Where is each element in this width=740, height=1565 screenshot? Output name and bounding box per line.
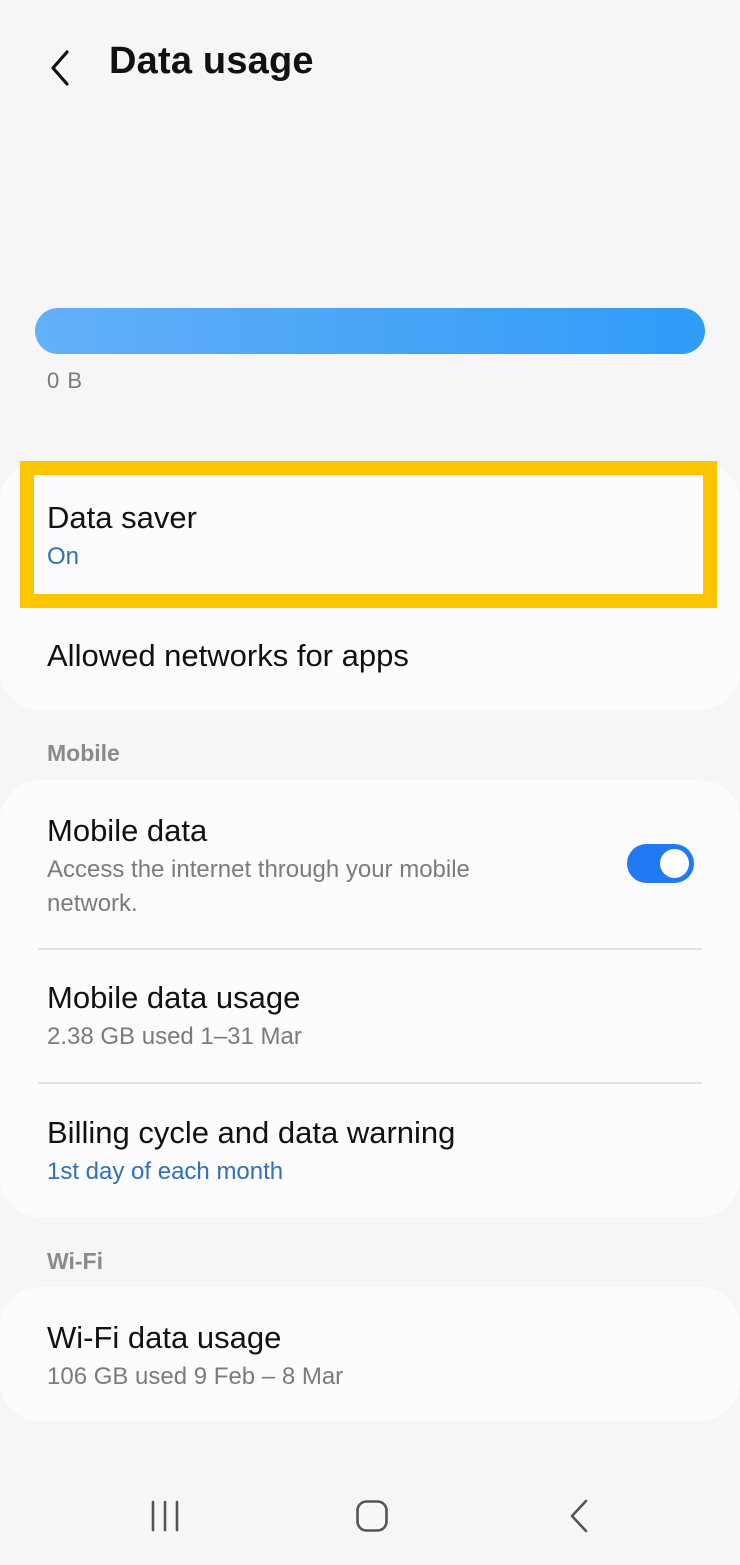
allowed-networks-item[interactable]: Allowed networks for apps: [0, 608, 740, 710]
home-icon: [356, 1500, 388, 1532]
billing-cycle-item[interactable]: Billing cycle and data warning 1st day o…: [0, 1084, 740, 1217]
usage-amount-label: 0 B: [47, 368, 84, 393]
mobile-data-description: Access the internet through your mobile …: [47, 856, 470, 917]
wifi-card: Wi-Fi data usage 106 GB used 9 Feb – 8 M…: [0, 1287, 740, 1421]
back-icon: [570, 1499, 588, 1533]
chevron-left-icon: [51, 50, 69, 86]
app-header: Data usage: [0, 22, 740, 112]
recents-button[interactable]: [135, 1490, 195, 1542]
mobile-data-title: Mobile data: [47, 813, 208, 848]
allowed-networks-title: Allowed networks for apps: [47, 638, 409, 673]
wifi-data-usage-item[interactable]: Wi-Fi data usage 106 GB used 9 Feb – 8 M…: [0, 1287, 740, 1421]
page-title: Data usage: [109, 40, 314, 82]
mobile-data-usage-title: Mobile data usage: [47, 980, 301, 1015]
usage-progress-bar: [35, 308, 705, 354]
section-label-mobile: Mobile: [47, 740, 120, 766]
system-navigation-bar: [0, 1470, 740, 1565]
billing-cycle-title: Billing cycle and data warning: [47, 1115, 456, 1150]
highlight-box: [20, 461, 717, 608]
toggle-knob: [660, 849, 689, 878]
wifi-data-usage-detail: 106 GB used 9 Feb – 8 Mar: [47, 1363, 344, 1390]
home-button[interactable]: [342, 1490, 402, 1542]
recents-icon: [151, 1500, 179, 1532]
mobile-card: Mobile data Access the internet through …: [0, 780, 740, 1217]
wifi-data-usage-title: Wi-Fi data usage: [47, 1320, 282, 1355]
back-button[interactable]: [34, 42, 86, 94]
nav-back-button[interactable]: [550, 1490, 610, 1542]
mobile-data-usage-detail: 2.38 GB used 1–31 Mar: [47, 1023, 302, 1050]
mobile-data-toggle[interactable]: [627, 844, 694, 883]
mobile-data-usage-item[interactable]: Mobile data usage 2.38 GB used 1–31 Mar: [0, 950, 740, 1083]
screen: Data usage 0 B Data saver On Allowed net…: [0, 0, 740, 1565]
section-label-wifi: Wi-Fi: [47, 1248, 103, 1274]
billing-cycle-detail: 1st day of each month: [47, 1158, 284, 1185]
